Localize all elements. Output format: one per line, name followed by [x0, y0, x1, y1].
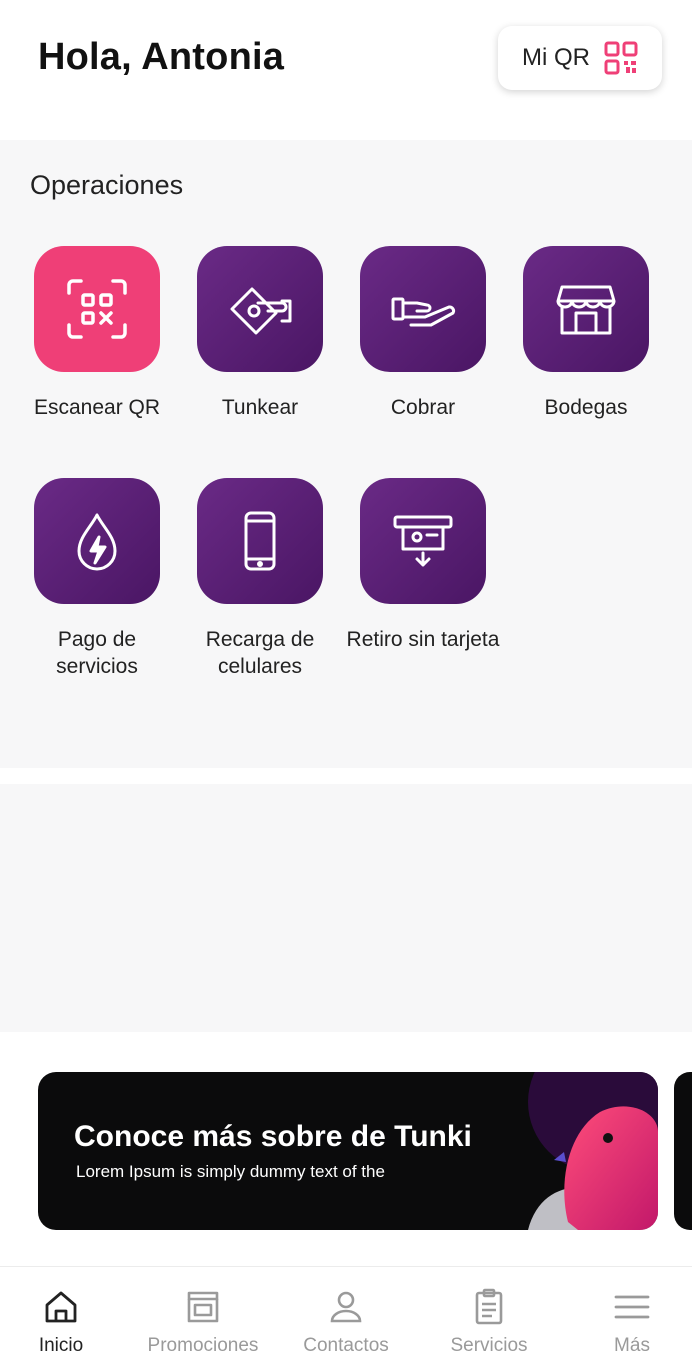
nav-item-promociones[interactable]: Promociones — [134, 1267, 272, 1370]
bottom-nav: Inicio Promociones Contactos Servicios M… — [0, 1266, 692, 1370]
phone-icon — [197, 478, 323, 604]
nav-item-mas[interactable]: Más — [563, 1267, 692, 1370]
home-icon — [41, 1287, 81, 1327]
op-label: Escanear QR — [33, 396, 161, 419]
promo-banner[interactable]: Conoce más sobre de Tunki Lorem Ipsum is… — [38, 1072, 658, 1230]
nav-label: Inicio — [38, 1335, 84, 1356]
store-icon — [183, 1287, 223, 1327]
person-icon — [326, 1287, 366, 1327]
op-recarga-celulares[interactable]: Recarga de celulares — [178, 478, 342, 680]
water-energy-icon — [34, 478, 160, 604]
menu-icon — [612, 1287, 652, 1327]
banner-title: Conoce más sobre de Tunki — [74, 1120, 472, 1153]
store-icon — [523, 246, 649, 372]
nav-label: Promociones — [147, 1335, 259, 1356]
op-label: Pago de servicios — [56, 628, 138, 678]
nav-label: Más — [614, 1335, 650, 1356]
scan-qr-icon — [34, 246, 160, 372]
banner-subtitle: Lorem Ipsum is simply dummy text of the — [76, 1162, 385, 1181]
receive-hand-icon — [360, 246, 486, 372]
my-qr-label: Mi QR — [522, 44, 590, 71]
money-hand-icon — [197, 246, 323, 372]
operations-section: Operaciones Escanear QR Tunkear Cobrar B… — [0, 140, 692, 768]
tunki-bird-illustration — [528, 1072, 658, 1230]
nav-label: Contactos — [303, 1335, 389, 1356]
operations-title: Operaciones — [30, 170, 184, 200]
op-label: Recarga de celulares — [205, 628, 315, 678]
op-tunkear[interactable]: Tunkear — [178, 246, 342, 421]
nav-label: Servicios — [450, 1335, 528, 1356]
op-label: Retiro sin tarjeta — [346, 628, 500, 651]
nav-item-servicios[interactable]: Servicios — [420, 1267, 558, 1370]
empty-section — [0, 784, 692, 1032]
op-cobrar[interactable]: Cobrar — [341, 246, 505, 421]
nav-item-inicio[interactable]: Inicio — [0, 1267, 130, 1370]
op-label: Cobrar — [390, 396, 456, 419]
op-bodegas[interactable]: Bodegas — [504, 246, 668, 421]
greeting-title: Hola, Antonia — [38, 36, 285, 78]
my-qr-button[interactable]: Mi QR — [498, 26, 662, 90]
clipboard-icon — [469, 1287, 509, 1327]
next-banner-peek[interactable] — [674, 1072, 692, 1230]
header: Hola, Antonia Mi QR — [0, 0, 692, 138]
op-label: Bodegas — [544, 396, 628, 419]
op-pago-servicios[interactable]: Pago de servicios — [15, 478, 179, 680]
nav-item-contactos[interactable]: Contactos — [277, 1267, 415, 1370]
op-scan-qr[interactable]: Escanear QR — [15, 246, 179, 421]
qr-code-icon — [604, 41, 638, 75]
op-label: Tunkear — [221, 396, 299, 419]
atm-withdraw-icon — [360, 478, 486, 604]
op-retiro-sin-tarjeta[interactable]: Retiro sin tarjeta — [341, 478, 505, 653]
